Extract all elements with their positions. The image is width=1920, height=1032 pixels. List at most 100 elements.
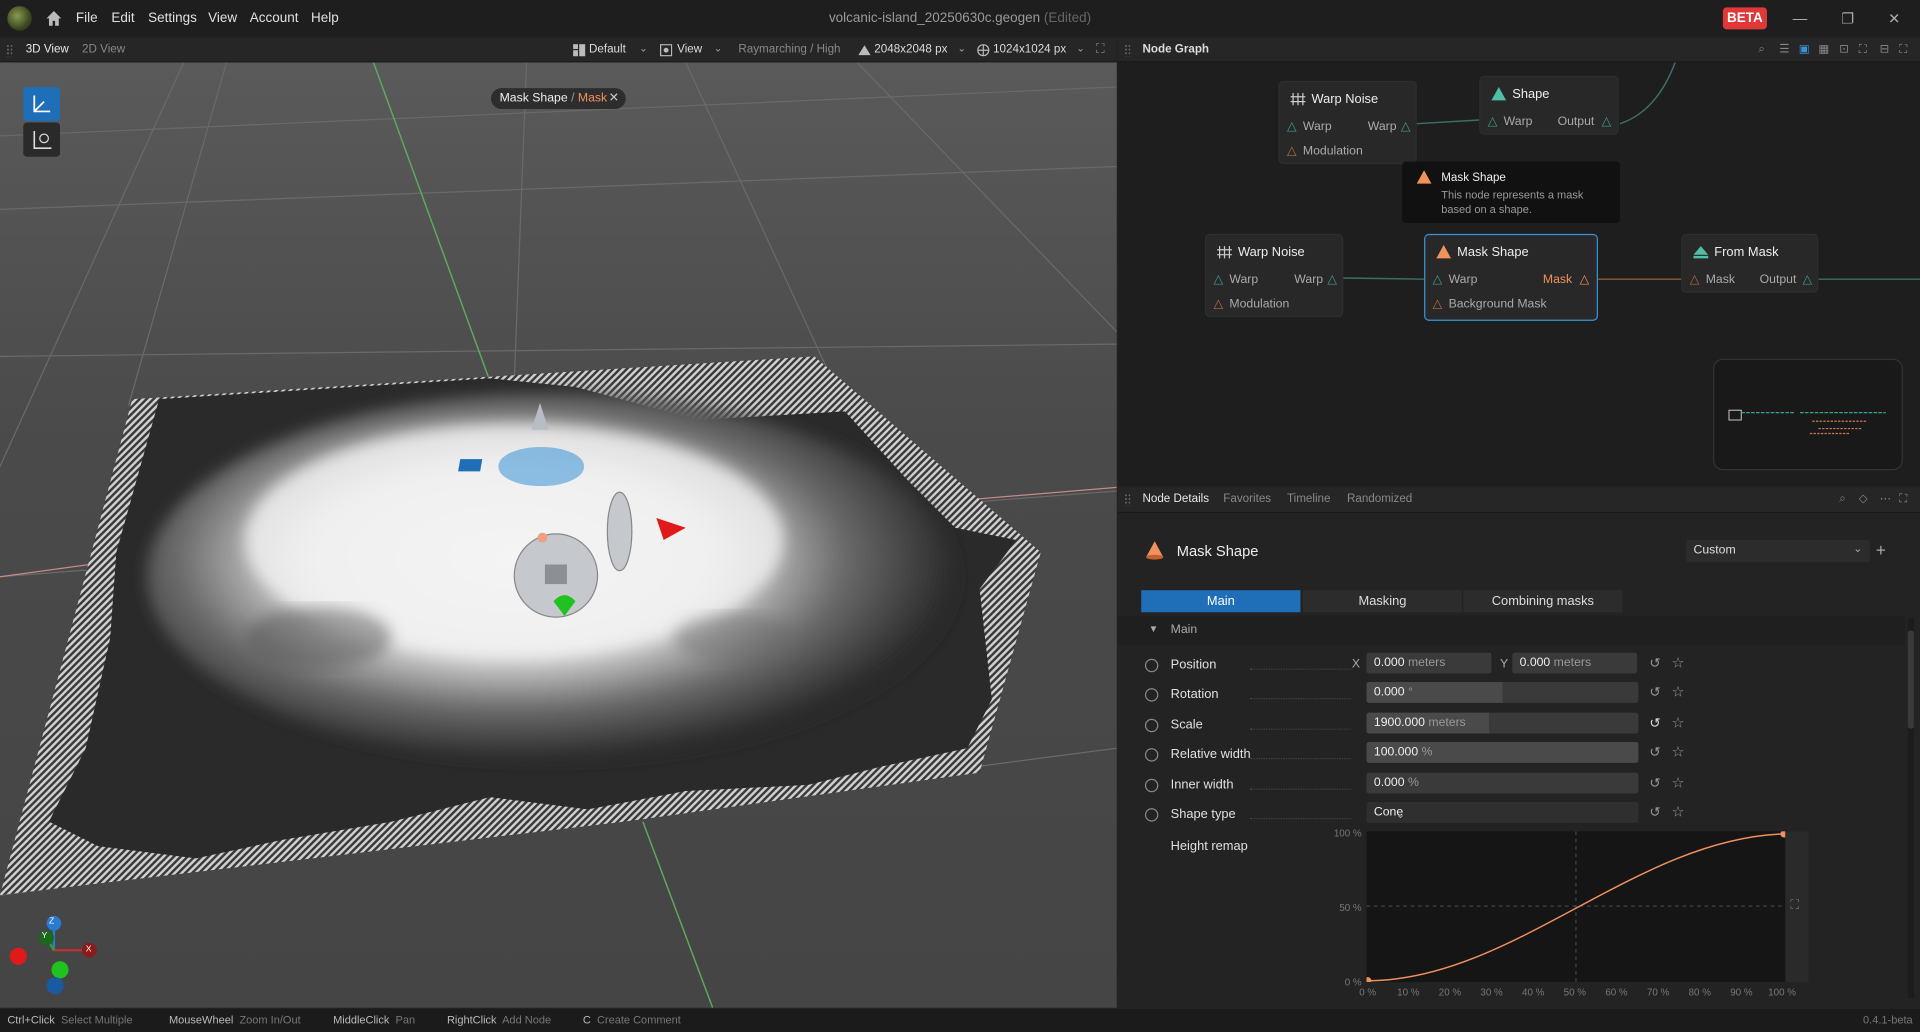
snap-icon[interactable]: ⊡	[1839, 43, 1849, 56]
node-graph-canvas[interactable]: Warp Noise △ Warp Warp △ △ Modulation Sh…	[1117, 62, 1920, 487]
port-icon[interactable]: △	[1213, 273, 1222, 286]
more-icon[interactable]: ⋯	[1880, 492, 1892, 505]
port-icon[interactable]: △	[1287, 120, 1296, 133]
port-icon[interactable]: △	[1327, 273, 1336, 286]
reset-icon[interactable]: ↺	[1649, 715, 1660, 731]
output-port-label: Output	[1759, 273, 1797, 287]
favorite-star-icon[interactable]: ☆	[1671, 774, 1684, 791]
chevron-down-icon[interactable]: ⌄	[714, 43, 722, 54]
tab-favorites[interactable]: Favorites	[1223, 492, 1271, 505]
grid-icon[interactable]: ▦	[1818, 43, 1829, 56]
port-icon[interactable]: △	[1213, 298, 1222, 311]
transform-tool-button[interactable]	[23, 122, 61, 157]
param-expose-toggle[interactable]	[1144, 718, 1159, 733]
subtab-combining-masks[interactable]: Combining masks	[1463, 590, 1623, 613]
reset-icon[interactable]: ↺	[1649, 804, 1660, 821]
favorite-star-icon[interactable]: ☆	[1671, 743, 1684, 760]
chevron-down-icon[interactable]: ⌄	[1076, 43, 1084, 54]
scrollbar-thumb[interactable]	[1907, 630, 1914, 729]
fullscreen-icon[interactable]: ⛶	[1899, 43, 1907, 56]
inner-width-slider[interactable]: 0.000 %	[1366, 772, 1639, 794]
rotation-slider[interactable]: 0.000 °	[1366, 682, 1639, 703]
node-mask-shape[interactable]: Mask Shape △ Warp Mask △ △ Background Ma…	[1424, 233, 1598, 321]
port-icon[interactable]: △	[1690, 273, 1699, 286]
favorite-star-icon[interactable]: ☆	[1671, 714, 1684, 731]
preview-resolution-select[interactable]: 1024x1024 px	[993, 43, 1066, 56]
search-icon[interactable]: ⌕	[1839, 492, 1846, 505]
nodegraph-minimap[interactable]	[1713, 358, 1903, 471]
chevron-down-icon[interactable]: ⌄	[639, 43, 647, 54]
port-icon[interactable]: △	[1433, 298, 1442, 311]
favorite-star-icon[interactable]: ☆	[1671, 683, 1684, 700]
render-mode[interactable]: Raymarching / High	[738, 43, 840, 56]
node-warp-noise-bottom[interactable]: Warp Noise △ Warp Warp △ △ Modulation	[1204, 233, 1344, 318]
diamond-icon[interactable]: ◇	[1859, 492, 1868, 505]
close-icon[interactable]: ✕	[1886, 10, 1903, 27]
minimap-toggle-icon[interactable]: ▣	[1799, 43, 1810, 56]
axis-tool-button[interactable]	[23, 86, 61, 122]
favorite-star-icon[interactable]: ☆	[1671, 803, 1684, 820]
layout-select[interactable]: Default	[589, 43, 626, 56]
add-preset-icon[interactable]: +	[1876, 540, 1886, 560]
expand-icon[interactable]: ⛶	[1790, 899, 1799, 912]
tab-3d-view[interactable]: 3D View	[26, 43, 69, 56]
param-expose-toggle[interactable]	[1144, 808, 1159, 822]
reset-icon[interactable]: ↺	[1649, 775, 1660, 791]
axis-x-label: X	[85, 945, 92, 954]
port-icon[interactable]: △	[1580, 273, 1589, 286]
param-expose-toggle[interactable]	[1144, 748, 1159, 762]
drag-handle-icon[interactable]	[1124, 44, 1131, 57]
port-icon[interactable]: △	[1287, 144, 1296, 157]
shape-type-select[interactable]: Cone⌄	[1366, 802, 1639, 823]
fullscreen-icon[interactable]: ⛶	[1096, 43, 1105, 56]
port-icon[interactable]: △	[1802, 273, 1811, 286]
selected-node-pill[interactable]: Mask Shape / Mask ✕	[491, 88, 626, 109]
fit-view-icon[interactable]: ⊟	[1880, 43, 1890, 56]
frame-icon[interactable]: ⛶	[1859, 43, 1867, 56]
scale-slider[interactable]: 1900.000 meters	[1366, 712, 1639, 734]
reset-icon[interactable]: ↺	[1649, 684, 1660, 701]
node-shape[interactable]: Shape △ Warp Output △	[1479, 75, 1619, 135]
details-scrollbar[interactable]	[1907, 618, 1914, 998]
drag-handle-icon[interactable]	[6, 44, 13, 57]
close-icon[interactable]: ✕	[609, 88, 619, 109]
param-expose-toggle[interactable]	[1144, 778, 1159, 793]
search-icon[interactable]: ⌕	[1758, 43, 1765, 56]
reset-icon[interactable]: ↺	[1649, 655, 1660, 671]
maximize-icon[interactable]: ❐	[1839, 10, 1856, 27]
position-y-field[interactable]: 0.000 meters	[1512, 652, 1638, 674]
drag-handle-icon[interactable]	[1124, 493, 1131, 506]
chevron-down-icon[interactable]: ⌄	[958, 43, 966, 54]
orientation-gizmo[interactable]	[2, 913, 106, 999]
subtab-main[interactable]: Main	[1141, 590, 1301, 613]
resolution-select[interactable]: 2048x2048 px	[874, 43, 947, 56]
reset-icon[interactable]: ↺	[1649, 744, 1660, 761]
port-icon[interactable]: △	[1602, 115, 1611, 128]
list-icon[interactable]: ☰	[1779, 43, 1789, 56]
section-title: Main	[1170, 623, 1198, 637]
3d-viewport[interactable]: Mask Shape / Mask ✕ Z Y X	[0, 62, 1117, 1008]
tab-timeline[interactable]: Timeline	[1287, 492, 1331, 505]
tab-node-details[interactable]: Node Details	[1142, 492, 1209, 505]
height-remap-curve-editor[interactable]	[1364, 830, 1788, 985]
tab-randomized[interactable]: Randomized	[1347, 492, 1412, 505]
subtab-masking[interactable]: Masking	[1302, 590, 1463, 613]
favorite-star-icon[interactable]: ☆	[1671, 654, 1684, 671]
param-expose-toggle[interactable]	[1144, 658, 1159, 673]
tab-2d-view[interactable]: 2D View	[82, 43, 125, 56]
section-main-header[interactable]: ▼ Main	[1117, 615, 1906, 646]
node-warp-noise-top[interactable]: Warp Noise △ Warp Warp △ △ Modulation	[1278, 80, 1417, 165]
minimize-icon[interactable]: —	[1791, 10, 1808, 27]
preset-select[interactable]: Custom ⌄	[1686, 540, 1870, 563]
port-icon[interactable]: △	[1433, 273, 1442, 286]
position-x-field[interactable]: 0.000 meters	[1366, 652, 1492, 674]
view-select[interactable]: View	[677, 43, 702, 56]
port-icon[interactable]: △	[1401, 120, 1410, 133]
relative-width-slider[interactable]: 100.000 %	[1366, 742, 1639, 763]
fullscreen-icon[interactable]: ⛶	[1899, 492, 1907, 505]
param-expose-toggle[interactable]	[1144, 688, 1159, 702]
app-version: 0.4.1-beta	[1863, 1013, 1913, 1027]
port-icon[interactable]: △	[1488, 115, 1497, 128]
hint-mousewheel: MouseWheel Zoom In/Out	[169, 1014, 301, 1026]
node-from-mask[interactable]: From Mask △ Mask Output △	[1681, 233, 1819, 293]
